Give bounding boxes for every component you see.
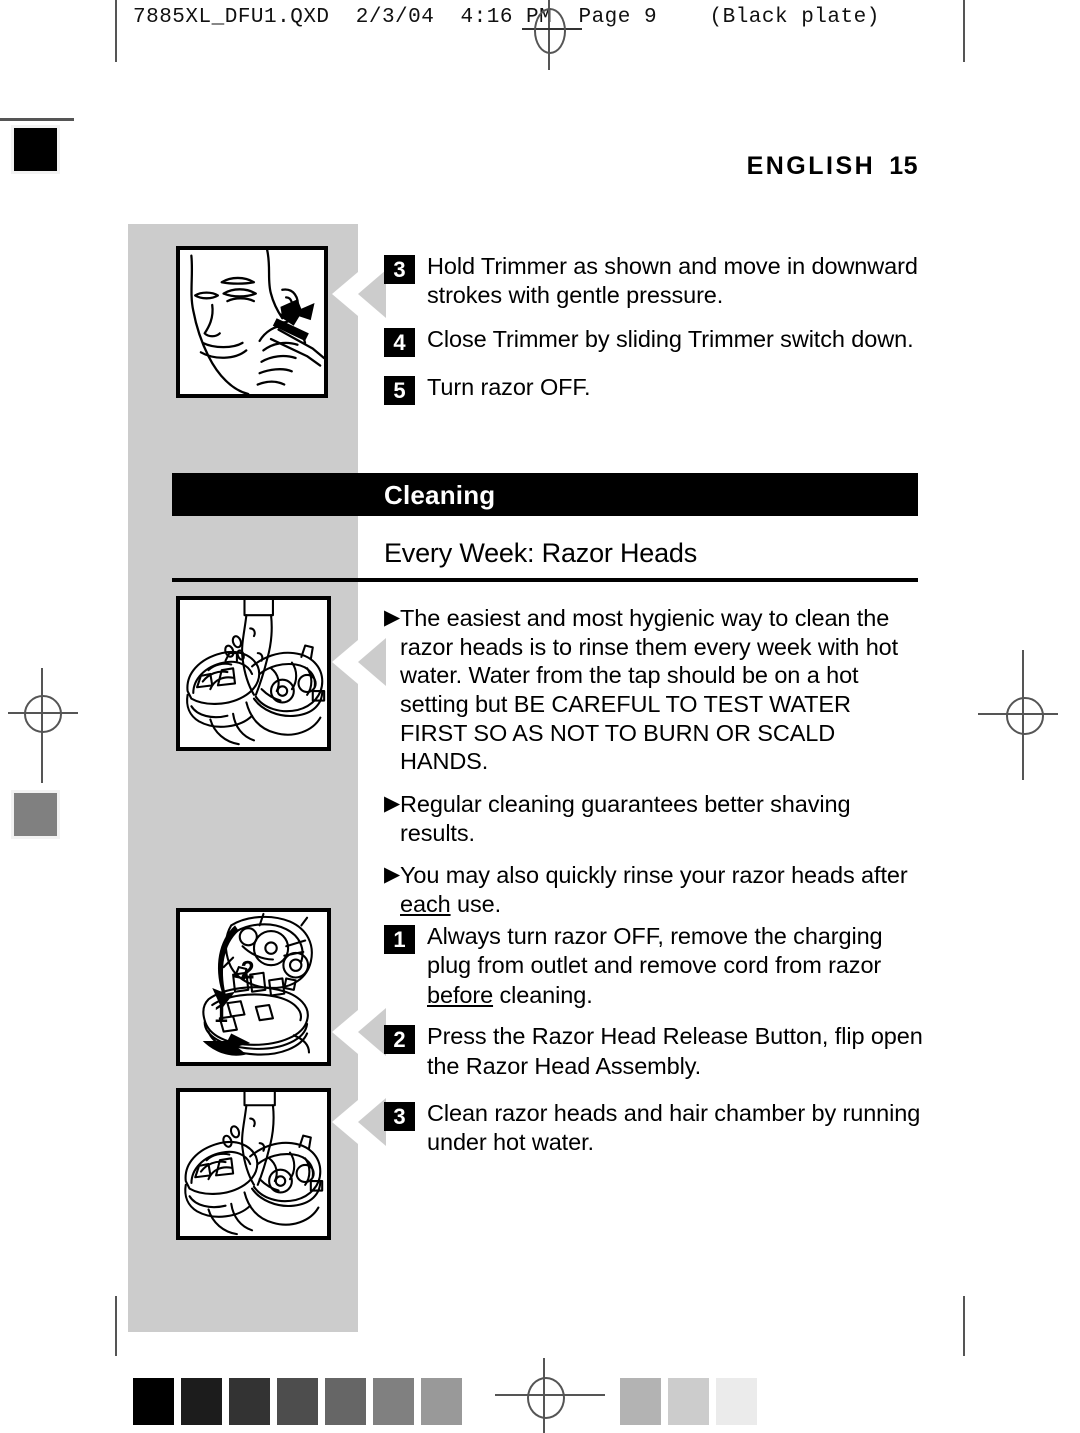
step-text: Hold Trimmer as shown and move in downwa… [427,253,918,309]
trimmer-on-sideburn-illustration [176,246,328,398]
bullet-item: ▶ You may also quickly rinse your razor … [384,861,924,918]
step-item: 3 Clean razor heads and hair chamber by … [384,1099,924,1158]
section-divider-rule [172,578,918,582]
density-swatch [668,1378,709,1425]
crop-rule-bottom-right [963,1296,965,1356]
bullet-marker-icon: ▶ [384,606,401,629]
page-header: ENGLISH 15 [128,152,918,181]
density-swatch [229,1378,270,1425]
illustration-label-2: 2 [241,957,255,984]
density-patch-gray [11,790,60,839]
step-number-badge: 3 [384,255,415,284]
step-item: 3 Hold Trimmer as shown and move in down… [384,252,924,311]
top-steps-list: 3 Hold Trimmer as shown and move in down… [384,252,924,417]
rinsing-razor-heads-under-tap-illustration [176,1088,331,1240]
density-swatch [620,1378,661,1425]
callout-notch-2 [332,640,358,684]
density-swatch [325,1378,366,1425]
step-number-badge: 4 [384,327,415,357]
step-item: 4 Close Trimmer by sliding Trimmer switc… [384,325,924,357]
density-swatch [133,1378,174,1425]
crop-rule-bottom-left [115,1296,117,1356]
bullet-item: ▶ Regular cleaning guarantees better sha… [384,790,924,847]
step-number-badge: 1 [384,925,415,954]
step-text: Press the Razor Head Release Button, fli… [427,1023,923,1079]
language-title: ENGLISH [746,152,876,180]
bullet-text: You may also quickly rinse your razor he… [400,862,908,917]
callout-notch-shadow-3 [358,1008,386,1056]
step-number-badge: 5 [384,375,415,405]
callout-notch-shadow-4 [358,1098,386,1146]
step-item: 5 Turn razor OFF. [384,373,924,405]
callout-notch-3 [332,1010,358,1054]
flip-open-razor-head-assembly-illustration: 1 2 [176,908,331,1066]
step-item: 2 Press the Razor Head Release Button, f… [384,1022,924,1081]
step-number-badge: 3 [384,1101,415,1131]
density-swatch [716,1378,757,1425]
cleaning-steps-list: 1 Always turn razor OFF, remove the char… [384,922,924,1170]
registration-mark-top-icon [514,0,584,70]
bullet-marker-icon: ▶ [384,863,401,887]
registration-mark-right-icon [978,650,1080,780]
registration-mark-left-icon [8,668,88,788]
step-item: 1 Always turn razor OFF, remove the char… [384,922,924,1010]
step-text: Clean razor heads and hair chamber by ru… [427,1099,921,1156]
step-text: Close Trimmer by sliding Trimmer switch … [427,325,914,352]
callout-notch-shadow-1 [358,270,386,318]
density-swatch [373,1378,414,1425]
bullet-text: The easiest and most hygienic way to cle… [400,605,899,775]
prepress-header-text: 7885XL_DFU1.QXD 2/3/04 4:16 PM Page 9 (B… [133,6,880,29]
section-title-band: Cleaning [172,473,918,516]
crop-rule-left [115,0,117,62]
density-patch-black [11,125,60,174]
rinsing-razor-heads-illustration [176,596,331,751]
subsection-title: Every Week: Razor Heads [384,538,698,568]
density-swatch [277,1378,318,1425]
crop-bar-top-left [0,118,74,121]
callout-notch-1 [332,272,358,316]
cleaning-bullets-list: ▶ The easiest and most hygienic way to c… [384,604,924,933]
bullet-item: ▶ The easiest and most hygienic way to c… [384,604,924,776]
step-number-badge: 2 [384,1025,415,1055]
illustration-label-1: 1 [214,1001,228,1028]
density-swatch [421,1378,462,1425]
bullet-marker-icon: ▶ [384,791,401,815]
density-swatch [181,1378,222,1425]
bullet-text: Regular cleaning guarantees better shavi… [400,790,851,846]
crop-rule-right [963,0,965,62]
callout-notch-shadow-2 [358,638,386,686]
step-text: Always turn razor OFF, remove the chargi… [427,923,883,1008]
callout-notch-4 [332,1100,358,1144]
step-text: Turn razor OFF. [427,373,591,400]
registration-mark-bottom-icon [495,1358,605,1433]
page-number: 15 [889,152,918,180]
section-title: Cleaning [384,480,496,510]
